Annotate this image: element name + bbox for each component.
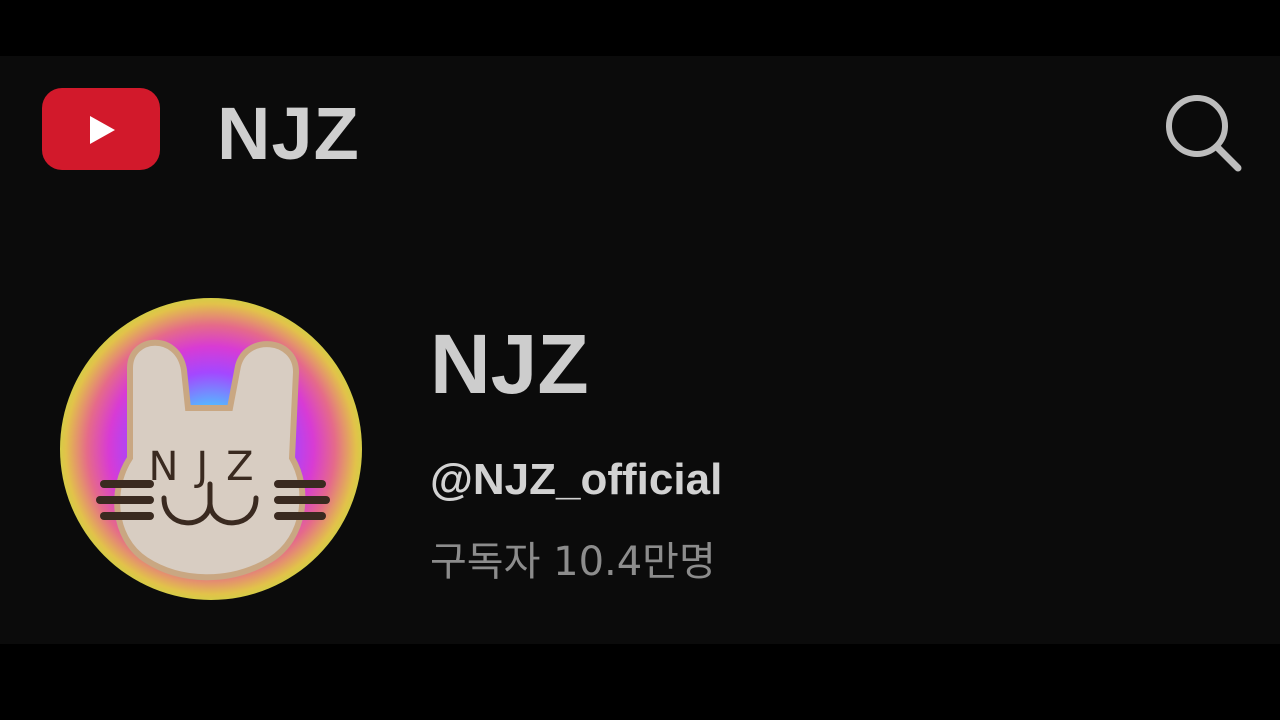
letterbox-top [0, 0, 1280, 56]
search-icon[interactable] [1158, 86, 1248, 176]
channel-page: NJZ NJZ NJZ @NJZ_official 구독자 10.4만명 [0, 56, 1280, 644]
youtube-logo-icon[interactable] [42, 88, 160, 170]
subscriber-count: 구독자 10.4만명 [430, 539, 716, 585]
avatar-text: NJZ [148, 444, 271, 490]
letterbox-bottom [0, 644, 1280, 720]
header-title: NJZ [217, 92, 360, 175]
channel-handle[interactable]: @NJZ_official [430, 452, 722, 508]
top-app-bar: NJZ [0, 56, 1280, 216]
channel-avatar[interactable]: NJZ [60, 298, 362, 600]
channel-name: NJZ [430, 317, 589, 411]
